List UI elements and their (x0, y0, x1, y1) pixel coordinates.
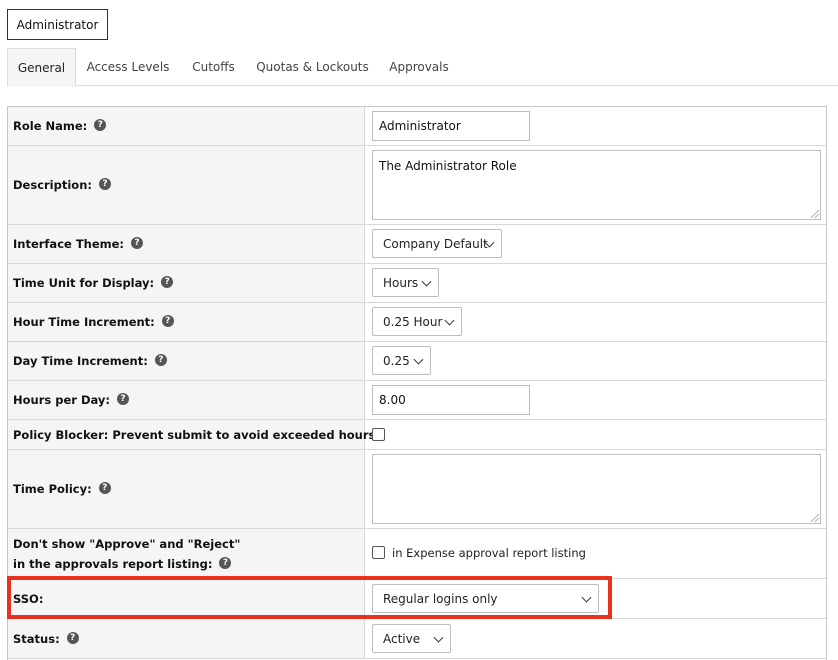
tab-access-levels[interactable]: Access Levels (76, 48, 180, 86)
expense-approval-checkbox-label: in Expense approval report listing (392, 546, 586, 560)
help-icon[interactable]: ? (66, 631, 79, 644)
approve-reject-label: Don't show "Approve" and "Reject" in the… (8, 529, 365, 578)
role-name-button[interactable]: Administrator (7, 9, 108, 40)
policy-blocker-label: Policy Blocker: Prevent submit to avoid … (8, 420, 380, 449)
row-approve-reject: Don't show "Approve" and "Reject" in the… (8, 529, 826, 579)
row-role-name: Role Name: ? Administrator (8, 107, 826, 146)
tab-cutoffs[interactable]: Cutoffs (180, 48, 247, 86)
help-icon[interactable]: ? (117, 393, 129, 405)
row-time-unit: Time Unit for Display: ? Hours (8, 264, 826, 303)
chevron-down-icon (433, 632, 444, 643)
sso-select[interactable]: Regular logins only (372, 584, 599, 613)
role-form: Role Name: ? Administrator Description: … (7, 106, 827, 660)
tab-general[interactable]: General (7, 48, 76, 87)
day-increment-select[interactable]: 0.25 (372, 346, 431, 375)
chevron-down-icon (421, 276, 432, 287)
interface-theme-select[interactable]: Company Default (372, 229, 502, 258)
resize-grip-icon[interactable] (811, 210, 819, 218)
description-text: The Administrator Role (379, 159, 517, 173)
help-icon[interactable]: ? (154, 354, 167, 366)
sso-label: SSO: (8, 579, 365, 618)
description-textarea[interactable]: The Administrator Role (372, 150, 821, 220)
resize-grip-icon[interactable] (811, 514, 819, 522)
role-name-label: Role Name: ? (8, 107, 365, 145)
help-icon[interactable]: ? (94, 119, 107, 131)
help-icon[interactable]: ? (219, 557, 232, 569)
hour-increment-label: Hour Time Increment: ? (8, 303, 365, 341)
hours-per-day-label: Hours per Day: ? (8, 381, 365, 419)
day-increment-label: Day Time Increment: ? (8, 342, 365, 380)
row-time-policy: Time Policy: ? (8, 450, 826, 529)
policy-blocker-checkbox[interactable] (372, 428, 385, 441)
chevron-down-icon (413, 354, 424, 365)
row-status: Status: ? Active (8, 619, 826, 659)
expense-approval-checkbox[interactable] (372, 546, 385, 559)
tab-quotas-lockouts[interactable]: Quotas & Lockouts (247, 48, 378, 86)
time-unit-label: Time Unit for Display: ? (8, 264, 365, 302)
time-policy-label: Time Policy: ? (8, 450, 365, 528)
role-name-input[interactable]: Administrator (372, 111, 530, 141)
chevron-down-icon (444, 315, 455, 326)
hours-per-day-input[interactable]: 8.00 (372, 385, 530, 415)
help-icon[interactable]: ? (161, 276, 174, 288)
help-icon[interactable]: ? (98, 178, 111, 190)
status-label: Status: ? (8, 619, 365, 658)
tab-approvals[interactable]: Approvals (378, 48, 460, 86)
row-sso: SSO: Regular logins only (8, 579, 826, 619)
help-icon[interactable]: ? (98, 482, 111, 494)
row-hour-increment: Hour Time Increment: ? 0.25 Hour (8, 303, 826, 342)
status-select[interactable]: Active (372, 624, 451, 653)
row-day-increment: Day Time Increment: ? 0.25 (8, 342, 826, 381)
chevron-down-icon (581, 592, 592, 603)
row-policy-blocker: Policy Blocker: Prevent submit to avoid … (8, 420, 826, 450)
row-interface-theme: Interface Theme: ? Company Default (8, 225, 826, 264)
help-icon[interactable]: ? (161, 315, 174, 327)
hour-increment-select[interactable]: 0.25 Hour (372, 307, 462, 336)
interface-theme-label: Interface Theme: ? (8, 225, 365, 263)
row-description: Description: ? The Administrator Role (8, 146, 826, 225)
row-hours-per-day: Hours per Day: ? 8.00 (8, 381, 826, 420)
help-icon[interactable]: ? (131, 237, 144, 249)
time-unit-select[interactable]: Hours (372, 268, 439, 297)
description-label: Description: ? (8, 146, 365, 224)
tab-bar: General Access Levels Cutoffs Quotas & L… (7, 48, 838, 87)
time-policy-textarea[interactable] (372, 454, 821, 524)
